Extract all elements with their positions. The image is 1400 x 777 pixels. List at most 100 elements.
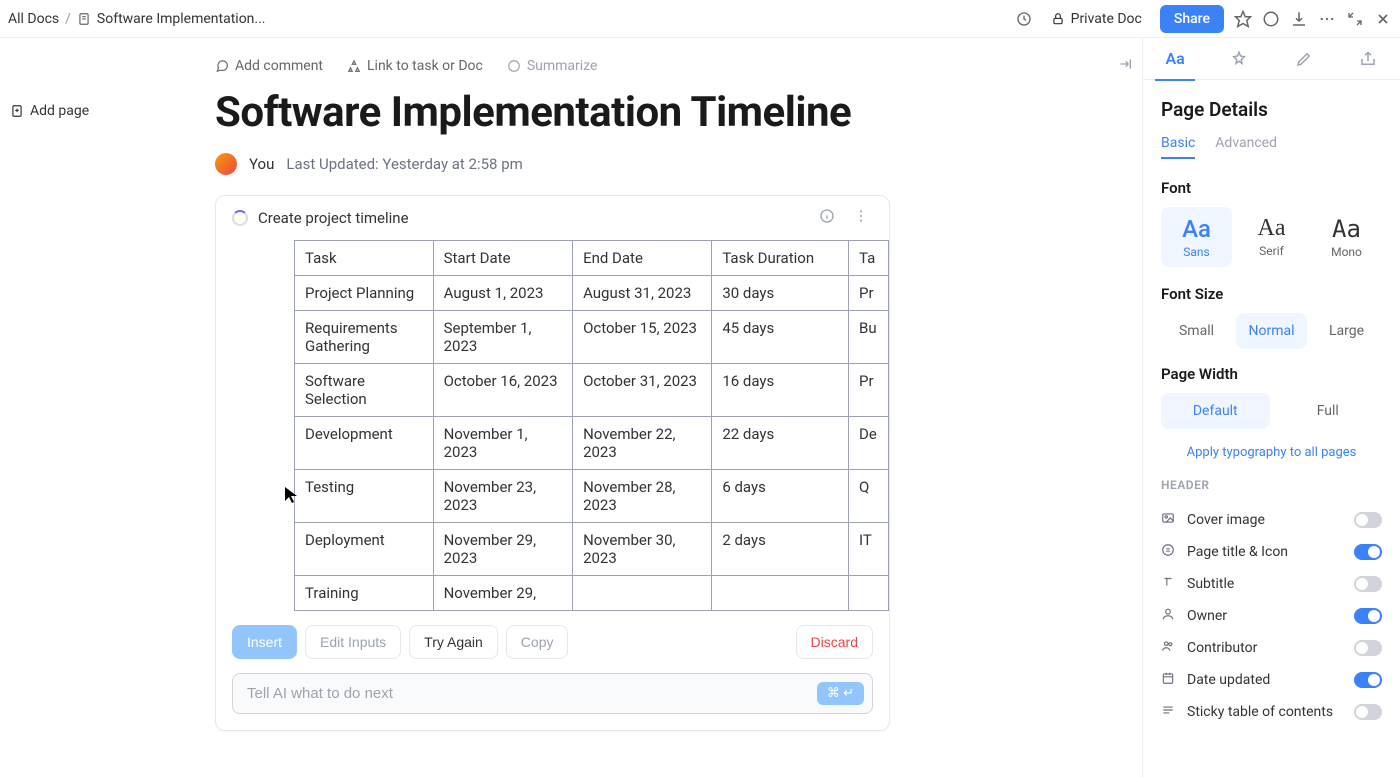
date-updated-toggle[interactable] bbox=[1354, 672, 1382, 688]
size-normal[interactable]: Normal bbox=[1236, 313, 1307, 349]
download-icon[interactable] bbox=[1290, 10, 1308, 28]
table-row[interactable]: Requirements GatheringSeptember 1, 2023O… bbox=[295, 311, 889, 364]
collapse-panel-icon[interactable] bbox=[1117, 56, 1133, 76]
contributor-toggle[interactable] bbox=[1354, 640, 1382, 656]
table-cell: November 30, 2023 bbox=[573, 523, 712, 576]
cover-toggle[interactable] bbox=[1354, 512, 1382, 528]
table-cell bbox=[849, 576, 889, 611]
tab-edit[interactable] bbox=[1284, 38, 1324, 80]
table-cell: 2 days bbox=[712, 523, 849, 576]
breadcrumb-root[interactable]: All Docs bbox=[8, 11, 59, 27]
font-mono[interactable]: Aa Mono bbox=[1311, 207, 1382, 267]
insert-button[interactable]: Insert bbox=[232, 625, 297, 659]
breadcrumb-separator: / bbox=[65, 11, 71, 27]
panel-body: Page Details Basic Advanced Font Aa Sans… bbox=[1143, 80, 1400, 728]
toggle-cover: Cover image bbox=[1161, 504, 1382, 536]
author-label: You bbox=[249, 155, 274, 173]
more-icon[interactable] bbox=[1318, 10, 1336, 28]
panel-title: Page Details bbox=[1161, 98, 1382, 121]
table-row[interactable]: DevelopmentNovember 1, 2023November 22, … bbox=[295, 417, 889, 470]
discard-button[interactable]: Discard bbox=[796, 625, 873, 659]
toggle-subtitle: Subtitle bbox=[1161, 568, 1382, 600]
table-row[interactable]: TrainingNovember 29, bbox=[295, 576, 889, 611]
circle-icon[interactable] bbox=[1262, 10, 1280, 28]
try-again-button[interactable]: Try Again bbox=[409, 625, 498, 659]
copy-button[interactable]: Copy bbox=[506, 625, 569, 659]
size-large[interactable]: Large bbox=[1311, 313, 1382, 349]
tab-style[interactable] bbox=[1219, 38, 1259, 80]
summarize-button[interactable]: Summarize bbox=[507, 58, 598, 74]
tab-share[interactable] bbox=[1348, 38, 1388, 80]
ai-buttons: Insert Edit Inputs Try Again Copy Discar… bbox=[216, 611, 889, 673]
toggle-label: Sticky table of contents bbox=[1187, 704, 1344, 720]
share-button[interactable]: Share bbox=[1160, 5, 1224, 33]
history-icon[interactable] bbox=[1015, 10, 1033, 28]
subtitle-toggle[interactable] bbox=[1354, 576, 1382, 592]
apply-all-link[interactable]: Apply typography to all pages bbox=[1161, 445, 1382, 460]
ai-input[interactable]: ⌘ ↵ bbox=[232, 673, 873, 714]
close-icon[interactable] bbox=[1374, 10, 1392, 28]
page-width-options: Default Full bbox=[1161, 393, 1382, 429]
privacy-label: Private Doc bbox=[1071, 11, 1142, 27]
font-serif[interactable]: Aa Serif bbox=[1236, 207, 1307, 267]
font-sans[interactable]: Aa Sans bbox=[1161, 207, 1232, 267]
size-small[interactable]: Small bbox=[1161, 313, 1232, 349]
font-size-label: Font Size bbox=[1161, 285, 1382, 303]
font-label: Font bbox=[1161, 179, 1382, 197]
subtab-advanced[interactable]: Advanced bbox=[1215, 135, 1277, 159]
toggle-label: Date updated bbox=[1187, 672, 1344, 688]
right-panel: Aa Page Details Basic Advanced Font Aa S… bbox=[1142, 38, 1400, 777]
info-icon[interactable] bbox=[815, 208, 839, 228]
table-cell: De bbox=[849, 417, 889, 470]
table-cell: Bu bbox=[849, 311, 889, 364]
doc-meta: You Last Updated: Yesterday at 2:58 pm bbox=[215, 153, 1140, 175]
ai-shortcut-button[interactable]: ⌘ ↵ bbox=[817, 682, 864, 705]
collapse-icon[interactable] bbox=[1346, 10, 1364, 28]
edit-inputs-button[interactable]: Edit Inputs bbox=[305, 625, 401, 659]
ai-prompt-title: Create project timeline bbox=[258, 209, 805, 227]
sticky-toc-toggle[interactable] bbox=[1354, 704, 1382, 720]
add-comment-button[interactable]: Add comment bbox=[215, 58, 323, 74]
left-sidebar: Add page bbox=[0, 38, 150, 129]
ai-spinner-icon bbox=[232, 210, 248, 226]
add-page-label: Add page bbox=[30, 103, 89, 119]
table-cell: November 28, 2023 bbox=[573, 470, 712, 523]
table-row[interactable]: DeploymentNovember 29, 2023November 30, … bbox=[295, 523, 889, 576]
link-task-button[interactable]: Link to task or Doc bbox=[347, 58, 483, 74]
table-cell: Pr bbox=[849, 364, 889, 417]
doc-title[interactable]: Software Implementation Timeline bbox=[215, 88, 1140, 137]
title-icon-toggle[interactable] bbox=[1354, 544, 1382, 560]
add-comment-label: Add comment bbox=[235, 58, 323, 74]
table-cell: Software Selection bbox=[295, 364, 434, 417]
ai-text-input[interactable] bbox=[247, 685, 817, 702]
privacy-button[interactable]: Private Doc bbox=[1043, 7, 1150, 31]
table-cell: November 1, 2023 bbox=[433, 417, 572, 470]
table-cell: Project Planning bbox=[295, 276, 434, 311]
tab-typography[interactable]: Aa bbox=[1155, 38, 1195, 80]
font-options: Aa Sans Aa Serif Aa Mono bbox=[1161, 207, 1382, 267]
timeline-table: TaskStart DateEnd DateTask DurationTa Pr… bbox=[294, 240, 889, 611]
table-row[interactable]: TestingNovember 23, 2023November 28, 202… bbox=[295, 470, 889, 523]
toggle-label: Page title & Icon bbox=[1187, 544, 1344, 560]
table-cell: November 29, bbox=[433, 576, 572, 611]
toggle-sticky-toc: Sticky table of contents bbox=[1161, 696, 1382, 728]
width-default[interactable]: Default bbox=[1161, 393, 1270, 429]
ai-input-row: ⌘ ↵ bbox=[216, 673, 889, 730]
breadcrumb-doc[interactable]: Software Implementation... bbox=[97, 11, 266, 27]
table-cell: November 23, 2023 bbox=[433, 470, 572, 523]
star-icon[interactable] bbox=[1234, 10, 1252, 28]
title-icon bbox=[1161, 543, 1177, 561]
table-cell: Pr bbox=[849, 276, 889, 311]
table-row[interactable]: Software SelectionOctober 16, 2023Octobe… bbox=[295, 364, 889, 417]
ai-more-icon[interactable] bbox=[849, 208, 873, 228]
table-header: Start Date bbox=[433, 241, 572, 276]
summarize-label: Summarize bbox=[527, 58, 598, 74]
add-page-button[interactable]: Add page bbox=[10, 48, 140, 119]
table-row[interactable]: Project PlanningAugust 1, 2023August 31,… bbox=[295, 276, 889, 311]
toggle-contributor: Contributor bbox=[1161, 632, 1382, 664]
subtab-basic[interactable]: Basic bbox=[1161, 135, 1195, 159]
avatar[interactable] bbox=[215, 153, 237, 175]
owner-toggle[interactable] bbox=[1354, 608, 1382, 624]
table-cell: IT bbox=[849, 523, 889, 576]
width-full[interactable]: Full bbox=[1274, 393, 1383, 429]
